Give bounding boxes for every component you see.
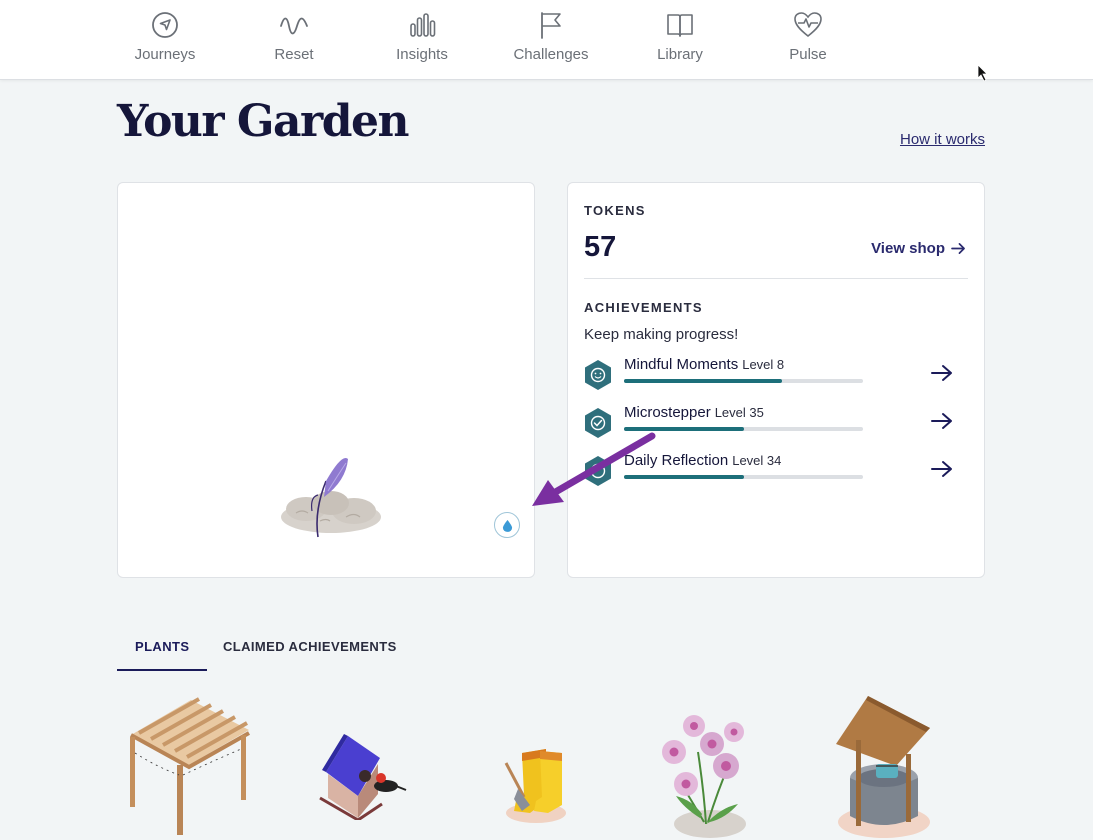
achievement-name: Mindful Moments Level 8 bbox=[624, 356, 784, 373]
divider bbox=[584, 278, 968, 279]
tab-plants[interactable]: PLANTS bbox=[135, 639, 189, 654]
achievement-name: Microstepper Level 35 bbox=[624, 404, 764, 421]
reflection-badge-icon bbox=[585, 456, 611, 486]
nav-label: Library bbox=[657, 46, 703, 63]
achievements-subtitle: Keep making progress! bbox=[584, 326, 739, 343]
tokens-count: 57 bbox=[584, 231, 617, 263]
daisy-flowers-icon[interactable] bbox=[660, 712, 752, 840]
nav-label: Insights bbox=[396, 46, 448, 63]
how-it-works-link[interactable]: How it works bbox=[900, 131, 985, 148]
sprout-plant-icon[interactable] bbox=[276, 451, 386, 541]
achievement-level: Level 35 bbox=[714, 405, 764, 420]
rain-boots-icon[interactable] bbox=[500, 745, 572, 825]
achievement-name: Daily Reflection Level 34 bbox=[624, 452, 781, 469]
achievement-progress-fill bbox=[624, 427, 744, 431]
arrow-right-icon[interactable] bbox=[930, 411, 954, 431]
pergola-icon[interactable] bbox=[125, 695, 253, 840]
compass-icon bbox=[152, 12, 178, 38]
arrow-right-icon bbox=[951, 243, 965, 254]
achievement-level: Level 8 bbox=[742, 357, 785, 372]
achievement-title: Mindful Moments bbox=[624, 356, 739, 373]
tokens-label: TOKENS bbox=[584, 203, 646, 218]
achievement-row-microstepper[interactable]: Microstepper Level 35 bbox=[584, 404, 954, 447]
arrow-right-icon[interactable] bbox=[930, 459, 954, 479]
nav-challenges[interactable]: Challenges bbox=[496, 10, 606, 72]
achievement-title: Daily Reflection bbox=[624, 452, 729, 469]
nav-pulse[interactable]: Pulse bbox=[753, 10, 863, 72]
heart-pulse-icon bbox=[794, 12, 822, 38]
view-shop-label: View shop bbox=[871, 240, 945, 257]
page-title: Your Garden bbox=[117, 96, 409, 147]
achievement-level: Level 34 bbox=[732, 453, 782, 468]
wave-icon bbox=[280, 17, 308, 35]
achievement-row-mindful-moments[interactable]: Mindful Moments Level 8 bbox=[584, 356, 954, 399]
achievement-progress-bar bbox=[624, 379, 863, 383]
achievement-progress-fill bbox=[624, 379, 782, 383]
active-tab-indicator bbox=[117, 669, 207, 671]
achievement-row-daily-reflection[interactable]: Daily Reflection Level 34 bbox=[584, 452, 954, 495]
nav-journeys[interactable]: Journeys bbox=[110, 10, 220, 72]
tokens-achievements-card: TOKENS 57 View shop ACHIEVEMENTS Keep ma… bbox=[567, 182, 985, 578]
book-icon bbox=[667, 14, 693, 37]
top-navigation: Journeys Reset Insights Challenges Libra… bbox=[0, 0, 1093, 80]
nav-label: Challenges bbox=[513, 46, 589, 63]
nav-label: Pulse bbox=[789, 46, 827, 63]
arrow-right-icon[interactable] bbox=[930, 363, 954, 383]
achievements-label: ACHIEVEMENTS bbox=[584, 300, 703, 315]
flag-icon bbox=[541, 12, 561, 39]
achievement-progress-bar bbox=[624, 475, 863, 479]
achievement-progress-fill bbox=[624, 475, 744, 479]
achievement-progress-bar bbox=[624, 427, 863, 431]
nav-insights[interactable]: Insights bbox=[367, 10, 477, 72]
garden-view bbox=[117, 182, 535, 578]
wishing-well-icon[interactable] bbox=[832, 694, 932, 840]
view-shop-link[interactable]: View shop bbox=[871, 240, 966, 257]
mouse-cursor-icon bbox=[977, 64, 988, 82]
water-plant-button[interactable] bbox=[494, 512, 520, 538]
check-badge-icon bbox=[585, 408, 611, 438]
water-drop-icon bbox=[502, 519, 512, 532]
smile-badge-icon bbox=[585, 360, 611, 390]
nav-reset[interactable]: Reset bbox=[239, 10, 349, 72]
nav-library[interactable]: Library bbox=[625, 10, 735, 72]
bar-chart-icon bbox=[410, 13, 436, 37]
achievement-title: Microstepper bbox=[624, 404, 711, 421]
nav-label: Journeys bbox=[134, 46, 196, 63]
nav-label: Reset bbox=[274, 46, 314, 63]
birdhouse-icon[interactable] bbox=[318, 734, 408, 820]
tab-claimed-achievements[interactable]: CLAIMED ACHIEVEMENTS bbox=[223, 639, 397, 654]
